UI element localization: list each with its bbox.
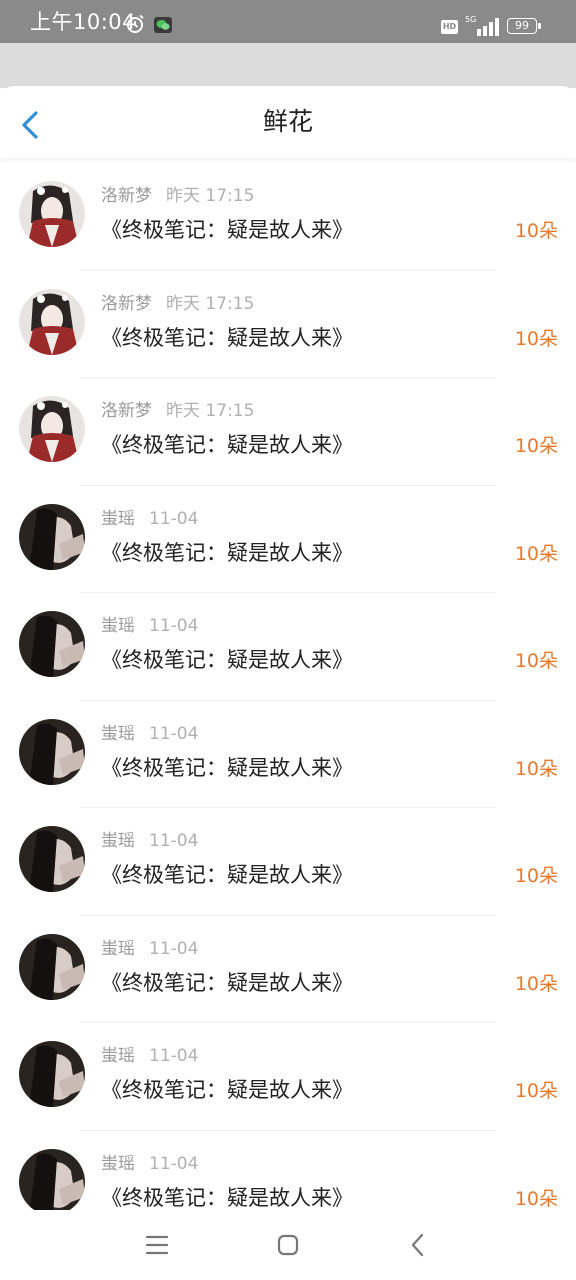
user-name: 蚩瑶: [101, 1046, 135, 1066]
flower-count: 10朵: [514, 972, 558, 995]
avatar[interactable]: [19, 396, 85, 462]
list-item[interactable]: 蚩瑶 11-04 《终极笔记：疑是故人来》 10朵: [0, 1023, 576, 1131]
item-time: 11-04: [149, 1153, 199, 1174]
list-item[interactable]: 洛新梦 昨天 17:15 《终极笔记：疑是故人来》 10朵: [0, 163, 576, 271]
wechat-icon: [154, 17, 172, 33]
flower-record-list: 洛新梦 昨天 17:15 《终极笔记：疑是故人来》 10朵 洛新梦 昨天 17:15…: [0, 163, 576, 1238]
list-item[interactable]: 蚩瑶 11-04 《终极笔记：疑是故人来》 10朵: [0, 593, 576, 701]
item-time: 11-04: [149, 1046, 199, 1066]
avatar[interactable]: [19, 826, 85, 892]
book-title: 《终极笔记：疑是故人来》: [101, 540, 353, 565]
avatar[interactable]: [19, 288, 85, 355]
avatar[interactable]: [19, 1148, 85, 1215]
book-title: 《终极笔记：疑是故人来》: [101, 218, 353, 242]
item-time: 昨天 17:15: [166, 186, 255, 206]
list-item[interactable]: 蚩瑶 11-04 《终极笔记：疑是故人来》 10朵: [0, 486, 576, 593]
flower-count: 10朵: [514, 1187, 558, 1210]
status-bar: 上午10:04 HD 5G 99: [0, 0, 576, 43]
page-title: 鲜花: [262, 107, 313, 136]
home-icon[interactable]: [276, 1233, 300, 1257]
flower-count: 10朵: [514, 327, 558, 350]
chevron-left-icon[interactable]: [14, 108, 48, 142]
user-name: 蚩瑶: [101, 616, 135, 636]
menu-icon[interactable]: [144, 1234, 170, 1256]
item-time: 昨天 17:15: [166, 401, 255, 421]
item-time: 11-04: [149, 831, 199, 851]
flower-count: 10朵: [514, 865, 558, 887]
book-title: 《终极笔记：疑是故人来》: [101, 755, 353, 780]
user-name: 蚩瑶: [101, 938, 135, 959]
user-name: 洛新梦: [101, 293, 152, 314]
alarm-icon: [126, 14, 144, 33]
book-title: 《终极笔记：疑是故人来》: [101, 970, 353, 995]
status-time: 上午10:04: [30, 10, 137, 34]
book-title: 《终极笔记：疑是故人来》: [101, 1078, 353, 1102]
back-icon[interactable]: [408, 1232, 428, 1258]
battery-icon: 99: [507, 18, 537, 34]
flower-count: 10朵: [514, 220, 558, 242]
title-bar: 鲜花: [0, 86, 576, 158]
item-time: 11-04: [149, 508, 199, 529]
flower-count: 10朵: [514, 1080, 558, 1102]
list-item[interactable]: 洛新梦 昨天 17:15 《终极笔记：疑是故人来》 10朵: [0, 271, 576, 378]
user-name: 洛新梦: [101, 186, 152, 206]
book-title: 《终极笔记：疑是故人来》: [101, 648, 353, 672]
flower-count: 10朵: [514, 542, 558, 565]
flower-count: 10朵: [514, 435, 558, 457]
item-time: 11-04: [149, 616, 199, 636]
header-backdrop: [0, 43, 576, 88]
hd-icon: HD: [441, 20, 458, 34]
avatar[interactable]: [19, 181, 85, 247]
user-name: 蚩瑶: [101, 508, 135, 529]
book-title: 《终极笔记：疑是故人来》: [101, 433, 353, 457]
user-name: 蚩瑶: [101, 831, 135, 851]
signal-icon: [477, 18, 499, 36]
battery-tip: [538, 23, 541, 29]
book-title: 《终极笔记：疑是故人来》: [101, 325, 353, 350]
item-time: 昨天 17:15: [166, 293, 255, 314]
avatar[interactable]: [19, 1041, 85, 1107]
user-name: 洛新梦: [101, 401, 152, 421]
avatar[interactable]: [19, 503, 85, 570]
avatar[interactable]: [19, 611, 85, 677]
list-item[interactable]: 洛新梦 昨天 17:15 《终极笔记：疑是故人来》 10朵: [0, 378, 576, 486]
user-name: 蚩瑶: [101, 1153, 135, 1174]
item-time: 11-04: [149, 723, 199, 744]
book-title: 《终极笔记：疑是故人来》: [101, 863, 353, 887]
list-item[interactable]: 蚩瑶 11-04 《终极笔记：疑是故人来》 10朵: [0, 701, 576, 808]
list-item[interactable]: 蚩瑶 11-04 《终极笔记：疑是故人来》 10朵: [0, 916, 576, 1023]
list-item[interactable]: 蚩瑶 11-04 《终极笔记：疑是故人来》 10朵: [0, 808, 576, 916]
avatar[interactable]: [19, 718, 85, 785]
system-nav-bar: [0, 1210, 576, 1280]
avatar[interactable]: [19, 933, 85, 1000]
book-title: 《终极笔记：疑是故人来》: [101, 1185, 353, 1210]
flower-count: 10朵: [514, 757, 558, 780]
item-time: 11-04: [149, 938, 199, 959]
user-name: 蚩瑶: [101, 723, 135, 744]
flower-count: 10朵: [514, 650, 558, 672]
